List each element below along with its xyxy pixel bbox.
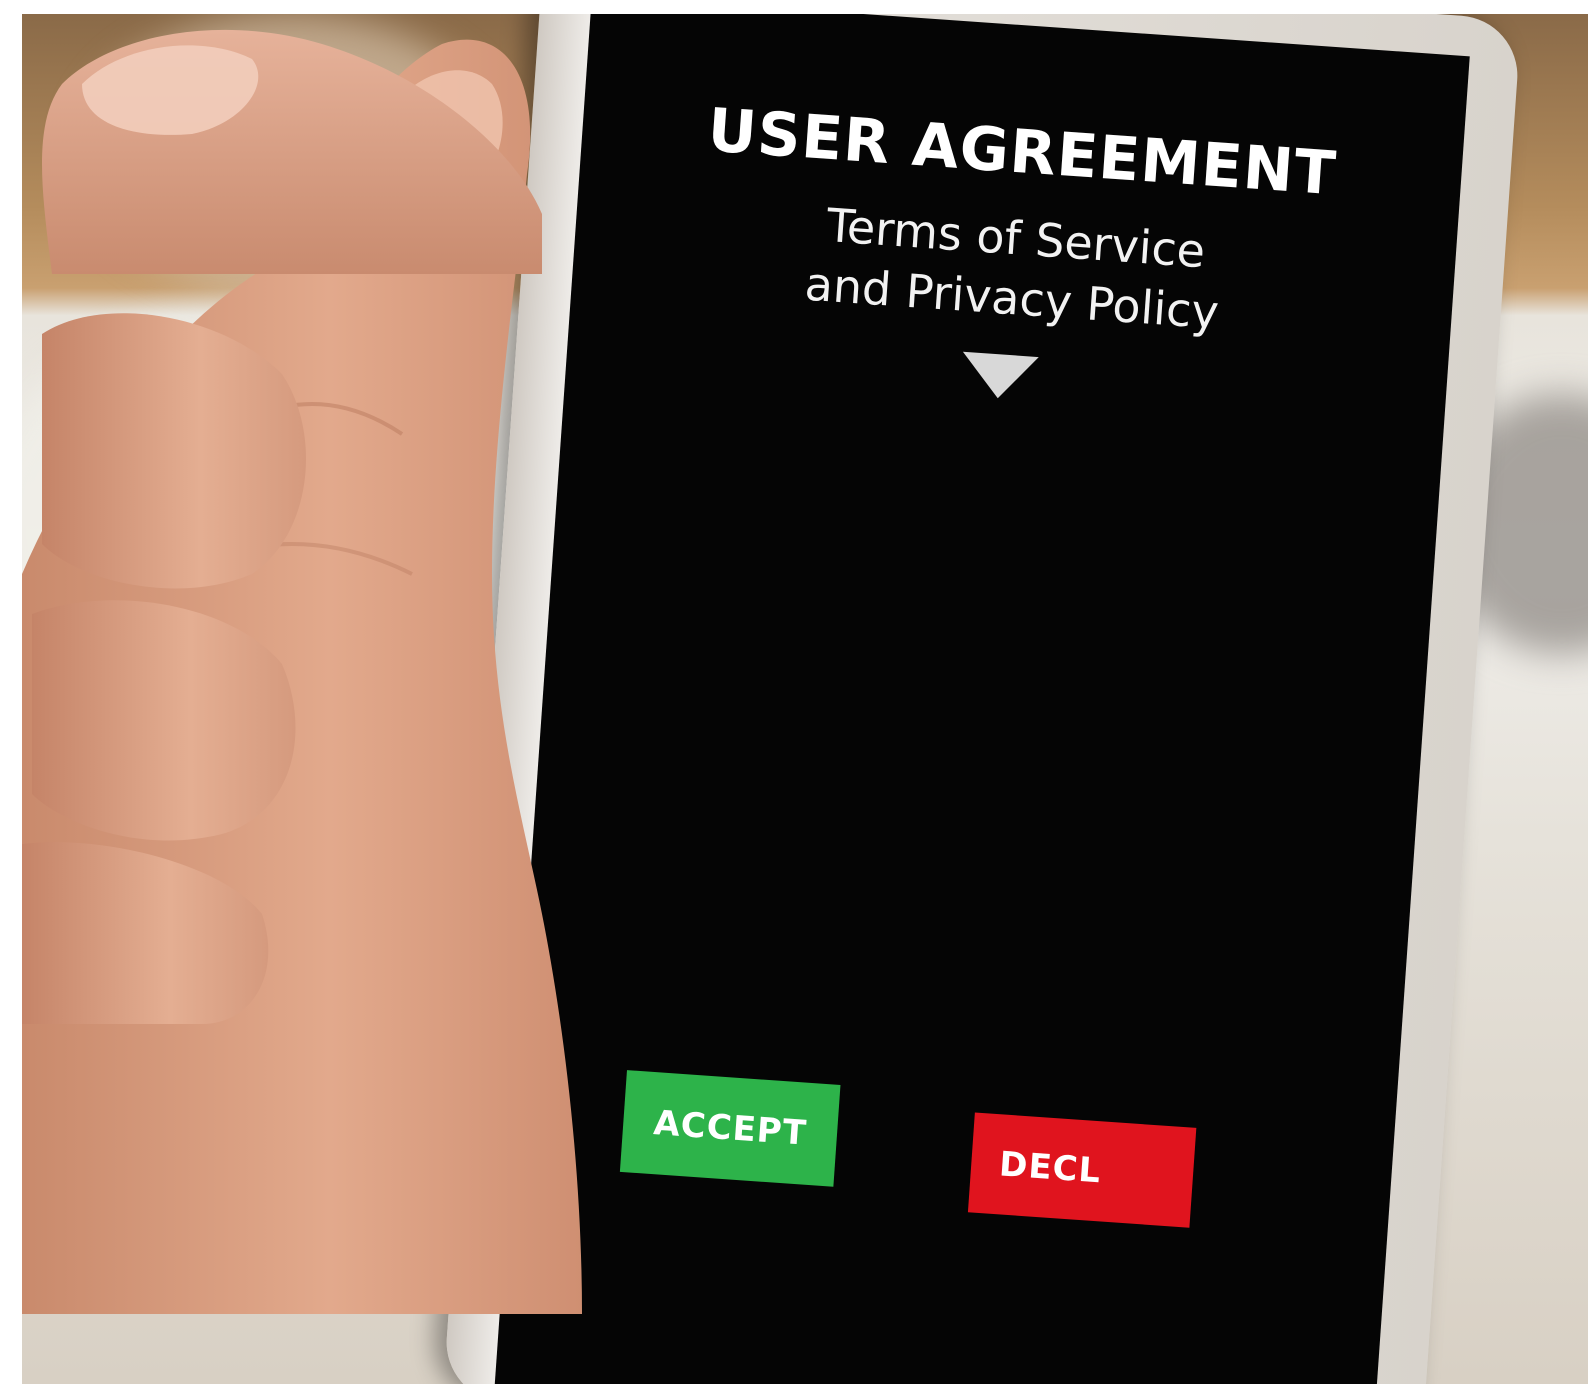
right-thumb [42,29,542,274]
finger-3 [22,842,269,1024]
finger-1 [42,313,306,589]
triangle-down-icon[interactable] [959,351,1039,401]
photo-scene: USER AGREEMENT Terms of Service and Priv… [22,14,1588,1384]
decline-button-label: DECL [997,1144,1103,1192]
finger-2 [32,600,296,841]
decline-button[interactable]: DECL [967,1112,1197,1228]
